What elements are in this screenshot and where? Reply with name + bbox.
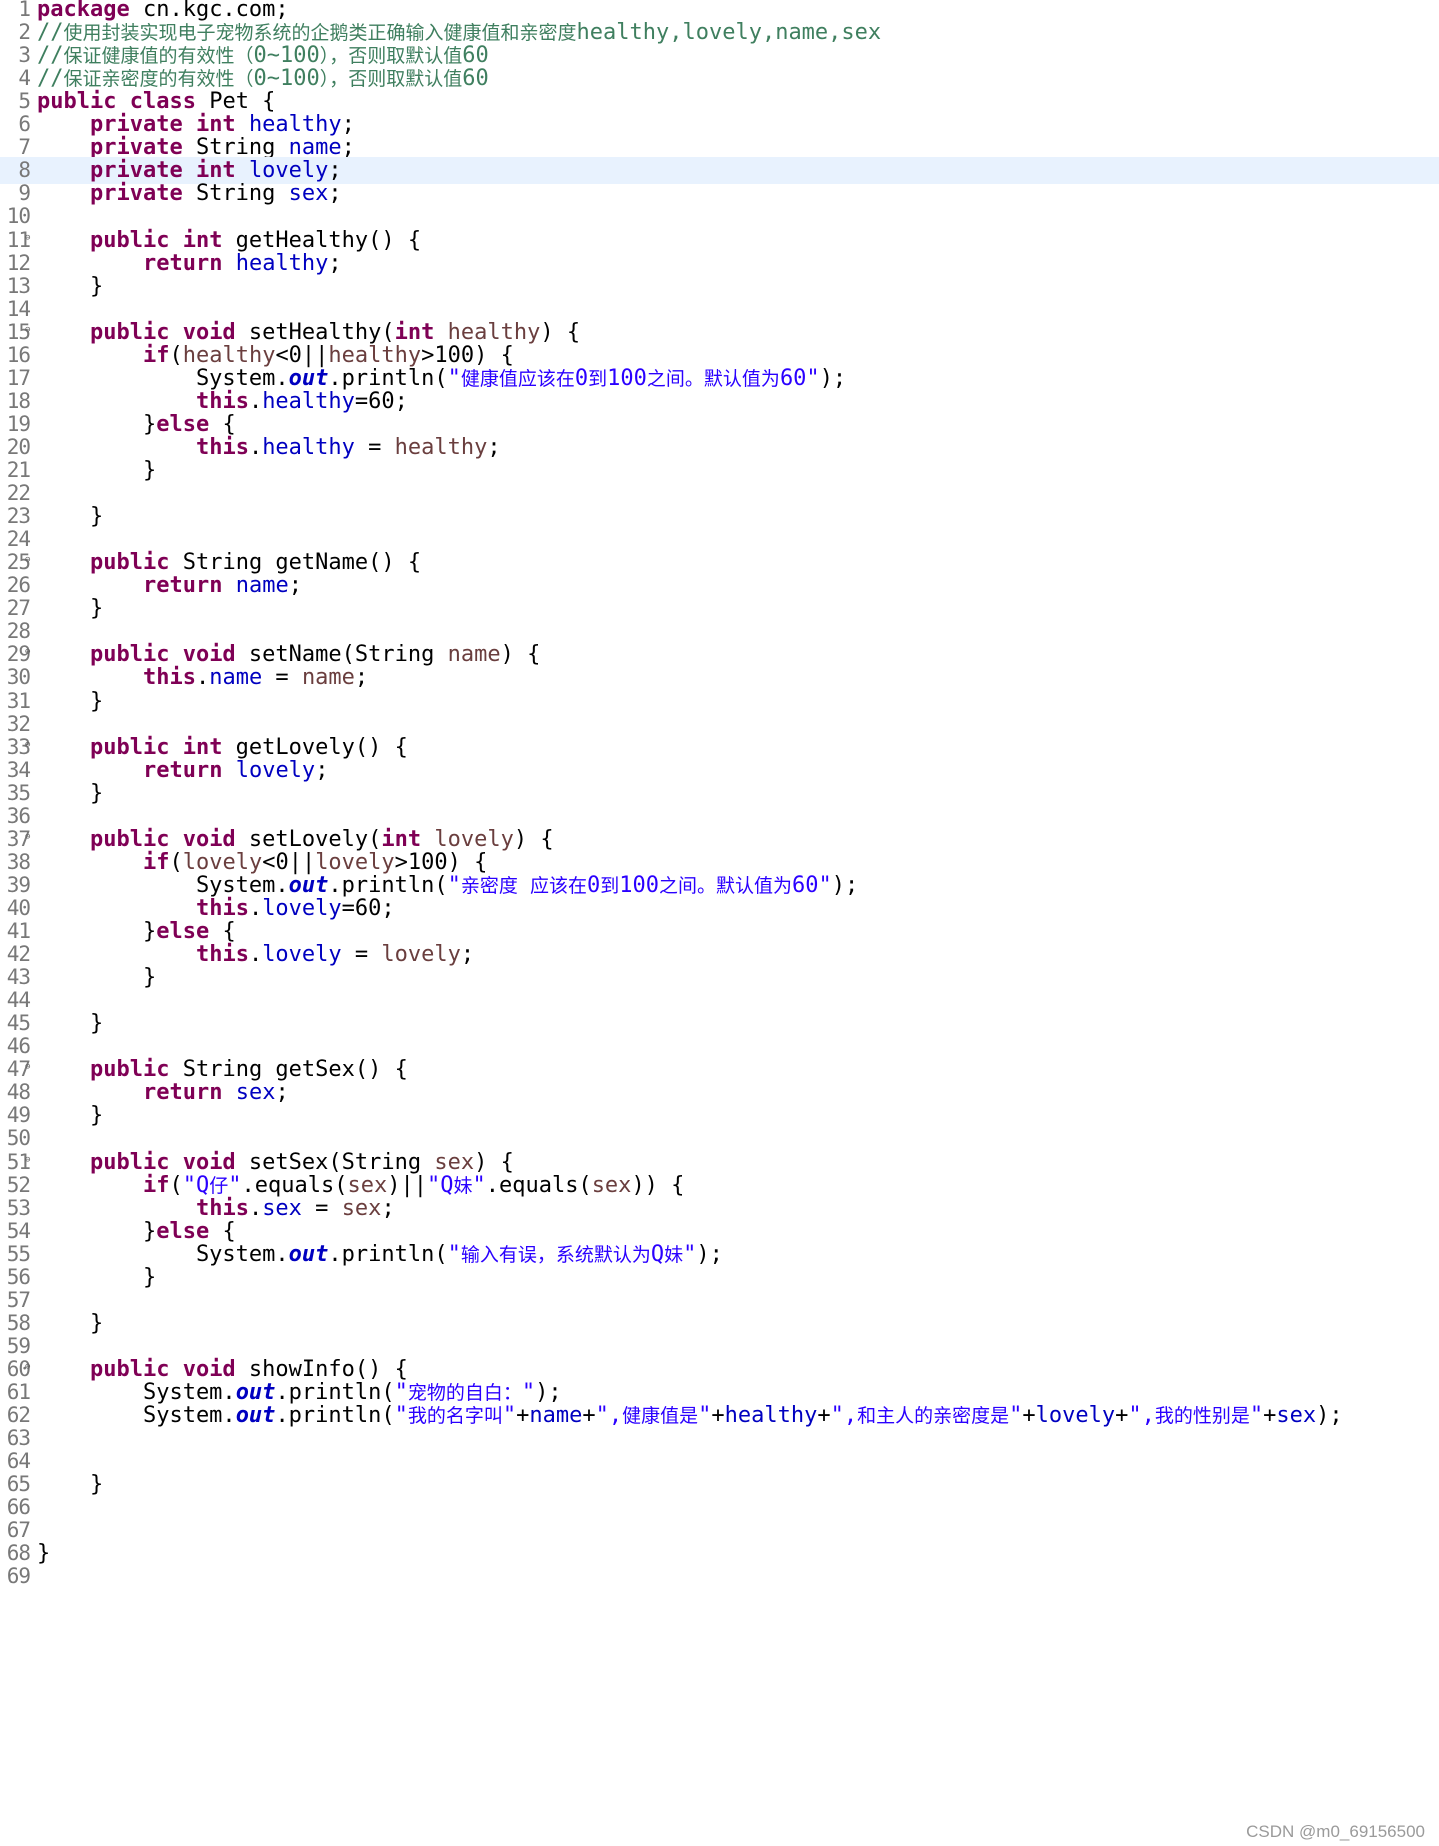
fold-collapse-icon[interactable]: ⊖ (25, 227, 30, 249)
fold-collapse-icon[interactable]: ⊖ (25, 826, 30, 848)
string-literal: 妹 (664, 1243, 684, 1266)
string-literal: 妹 (453, 1174, 473, 1197)
comment: 保证亲密度的有效性（ (63, 68, 254, 91)
string-literal: 到 (588, 367, 608, 390)
fold-collapse-icon[interactable]: ⊖ (25, 319, 30, 341)
line-number: 69 (6, 1564, 31, 1589)
string-literal: 我的名字叫 (407, 1405, 503, 1428)
string-literal: 宠物的自白： (407, 1382, 522, 1404)
string-literal: 仔 (209, 1174, 229, 1197)
comment: 使用封装实现电子宠物系统的企鹅类正确输入健康值和亲密度 (63, 22, 577, 45)
string-literal: 健康值是 (622, 1405, 699, 1428)
string-literal: 亲密度 应该在 (460, 874, 587, 897)
string-literal: 之间。默认值为 (659, 874, 793, 897)
fold-collapse-icon[interactable]: ⊖ (25, 734, 30, 756)
string-literal: 到 (600, 874, 620, 897)
fold-collapse-icon[interactable]: ⊖ (25, 1356, 30, 1378)
comment: ），否则取默认值 (319, 68, 463, 91)
code-editor[interactable]: 1 package cn.kgc.com; 2//使用封装实现电子宠物系统的企鹅类正… (0, 0, 1439, 1846)
string-literal: 健康值应该在 (460, 367, 575, 390)
comment: ），否则取默认值 (319, 45, 463, 68)
fold-collapse-icon[interactable]: ⊖ (25, 549, 30, 571)
fold-collapse-icon[interactable]: ⊖ (25, 1056, 30, 1078)
string-literal: 输入有误，系统默认为 (460, 1243, 651, 1266)
code-line[interactable]: 69 (0, 1563, 1439, 1590)
comment: 保证健康值的有效性（ (63, 45, 254, 68)
fold-collapse-icon[interactable]: ⊖ (25, 641, 30, 663)
string-literal: 之间。默认值为 (646, 367, 780, 390)
string-literal: 和主人的亲密度是 (857, 1405, 1010, 1428)
string-literal: 我的性别是 (1154, 1405, 1250, 1428)
fold-collapse-icon[interactable]: ⊖ (25, 1149, 30, 1171)
watermark: CSDN @m0_69156500 (1246, 1822, 1425, 1841)
